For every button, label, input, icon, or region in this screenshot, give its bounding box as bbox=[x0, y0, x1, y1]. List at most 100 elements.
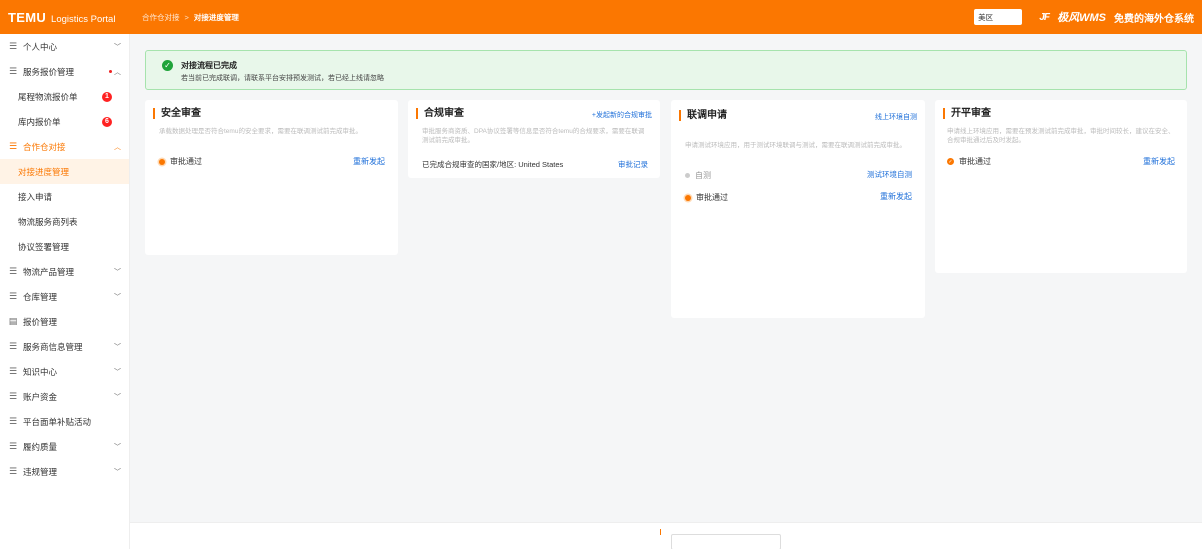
main-content: ✓ 对接流程已完成 若当前已完成联调，请联系平台安排预发测试，若已经上线请忽略 … bbox=[130, 34, 1202, 549]
self-test-label: 自测 bbox=[695, 171, 711, 180]
sidebar-item-label: 对接进度管理 bbox=[18, 166, 70, 177]
menu-icon: ☰ bbox=[8, 466, 18, 476]
region-select[interactable]: 美区 bbox=[974, 9, 1023, 25]
golive-review-card: 开平审查 申请线上环境应用，需要在预发测试前完成审批，审批时间较长，建议在安全、… bbox=[935, 100, 1187, 273]
chevron-down-icon: ﹀ bbox=[114, 368, 121, 376]
chevron-down-icon: ﹀ bbox=[114, 293, 121, 301]
sidebar-item-access-request[interactable]: 接入申请 bbox=[0, 184, 129, 209]
portal-name: Logistics Portal bbox=[51, 13, 116, 25]
sidebar-item-label: 物流产品管理 bbox=[23, 266, 75, 277]
card-title: 合规审查 bbox=[416, 108, 464, 119]
notification-dot bbox=[109, 70, 112, 73]
chevron-down-icon: ﹀ bbox=[114, 443, 121, 451]
chevron-down-icon: ﹀ bbox=[114, 393, 121, 401]
test-env-self-test-link[interactable]: 测试环境自测 bbox=[867, 169, 912, 180]
breadcrumb-parent[interactable]: 合作仓对接 bbox=[142, 12, 180, 23]
sidebar-item-warehouse-quote[interactable]: 库内报价单 6 bbox=[0, 109, 129, 134]
brand[interactable]: TEMU Logistics Portal bbox=[0, 10, 130, 25]
sidebar-item-service-quote[interactable]: ☰ 服务报价管理 ︿ bbox=[0, 59, 129, 84]
menu-icon: ☰ bbox=[8, 391, 18, 401]
sidebar-item-lastmile-quote[interactable]: 尾程物流报价单 1 bbox=[0, 84, 129, 109]
bottom-input[interactable] bbox=[671, 534, 781, 549]
sidebar-item-label: 账户资金 bbox=[23, 391, 58, 402]
menu-icon: ☰ bbox=[8, 66, 18, 76]
status-dot-icon bbox=[159, 158, 165, 165]
divider bbox=[660, 529, 661, 535]
card-title: 联调申请 bbox=[679, 110, 727, 121]
sidebar-item-label: 知识中心 bbox=[23, 366, 58, 377]
count-badge: 6 bbox=[102, 116, 112, 127]
chevron-up-icon: ︿ bbox=[114, 143, 121, 151]
sidebar-item-quality[interactable]: ☰ 履约质量 ﹀ bbox=[0, 434, 129, 459]
compliance-regions: 已完成合规审查的国家/地区: United States bbox=[422, 160, 564, 169]
sidebar-item-products[interactable]: ☰ 物流产品管理 ﹀ bbox=[0, 259, 129, 284]
status-dot-icon bbox=[685, 194, 691, 201]
sidebar-item-label: 个人中心 bbox=[23, 41, 58, 52]
card-description: 审批服务商资质、DPA协议签署等信息是否符合temu的合规要求，需要在联调测试前… bbox=[422, 128, 645, 144]
sidebar-item-label: 尾程物流报价单 bbox=[18, 91, 78, 102]
approval-status: ✓ 审批通过 bbox=[947, 156, 991, 167]
resubmit-button[interactable]: 重新发起 bbox=[353, 156, 385, 167]
success-alert: ✓ 对接流程已完成 若当前已完成联调，请联系平台安排预发测试，若已经上线请忽略 bbox=[145, 50, 1187, 90]
wms-slogan: 免费的海外仓系统 bbox=[1114, 13, 1194, 25]
check-circle-icon: ✓ bbox=[947, 158, 954, 165]
sidebar-item-label: 报价管理 bbox=[23, 316, 58, 327]
self-test-step: 自测 bbox=[685, 170, 711, 181]
chevron-down-icon: ﹀ bbox=[114, 343, 121, 351]
sidebar-item-label: 履约质量 bbox=[23, 441, 58, 452]
approval-status: 审批通过 bbox=[685, 192, 728, 203]
breadcrumb-separator: > bbox=[184, 12, 189, 22]
wms-logo-icon: JF bbox=[1039, 11, 1050, 23]
status-text: 审批通过 bbox=[170, 157, 202, 166]
menu-icon: ☰ bbox=[8, 291, 18, 301]
alert-text: 若当前已完成联调，请联系平台安排预发测试，若已经上线请忽略 bbox=[181, 75, 384, 82]
sidebar-item-quotes[interactable]: ▤ 报价管理 bbox=[0, 309, 129, 334]
menu-icon: ☰ bbox=[8, 366, 18, 376]
menu-icon: ☰ bbox=[8, 341, 18, 351]
count-badge: 1 bbox=[102, 91, 112, 102]
breadcrumb-current: 对接进度管理 bbox=[193, 12, 239, 22]
bottom-bar bbox=[130, 522, 1202, 549]
sidebar-item-label: 合作仓对接 bbox=[23, 141, 66, 152]
status-text: 审批通过 bbox=[696, 193, 728, 202]
check-circle-icon: ✓ bbox=[162, 60, 173, 71]
compliance-review-card: 合规审查 +发起新的合规审批 审批服务商资质、DPA协议签署等信息是否符合tem… bbox=[408, 100, 660, 178]
chevron-down-icon: ﹀ bbox=[114, 43, 121, 51]
card-title: 开平审查 bbox=[943, 108, 991, 119]
sidebar-item-provider-info[interactable]: ☰ 服务商信息管理 ﹀ bbox=[0, 334, 129, 359]
approval-records-link[interactable]: 审批记录 bbox=[618, 159, 648, 170]
breadcrumb: 合作仓对接 > 对接进度管理 bbox=[142, 12, 239, 23]
menu-icon: ☰ bbox=[8, 141, 18, 151]
sidebar-item-personal[interactable]: ☰ 个人中心 ﹀ bbox=[0, 34, 129, 59]
sidebar-item-agreements[interactable]: 协议签署管理 bbox=[0, 234, 129, 259]
wms-ad[interactable]: JF 极风WMS 免费的海外仓系统 bbox=[1034, 9, 1194, 25]
sidebar-item-account[interactable]: ☰ 账户资金 ﹀ bbox=[0, 384, 129, 409]
sidebar-item-violations[interactable]: ☰ 违规管理 ﹀ bbox=[0, 459, 129, 484]
online-self-test-link[interactable]: 线上环境自测 bbox=[875, 112, 917, 122]
document-icon: ▤ bbox=[8, 316, 18, 326]
sidebar-item-label: 平台面单补贴活动 bbox=[23, 416, 92, 427]
menu-icon: ☰ bbox=[8, 441, 18, 451]
new-compliance-link[interactable]: +发起新的合规审批 bbox=[592, 110, 652, 120]
integration-request-card: 联调申请 线上环境自测 申请测试环境应用，用于测试环境联调与测试，需要在联调测试… bbox=[671, 100, 925, 318]
card-description: 承载数据处理是否符合temu的安全要求，需要在联调测试前完成审批。 bbox=[159, 128, 362, 135]
chevron-down-icon: ﹀ bbox=[114, 268, 121, 276]
alert-title: 对接流程已完成 bbox=[181, 61, 237, 70]
chevron-up-icon: ︿ bbox=[114, 68, 121, 76]
resubmit-button[interactable]: 重新发起 bbox=[880, 191, 912, 202]
status-dot-icon bbox=[685, 173, 690, 178]
temu-logo: TEMU bbox=[8, 9, 47, 25]
sidebar-item-partner-warehouse[interactable]: ☰ 合作仓对接 ︿ bbox=[0, 134, 129, 159]
resubmit-button[interactable]: 重新发起 bbox=[1143, 156, 1175, 167]
sidebar-item-warehouses[interactable]: ☰ 仓库管理 ﹀ bbox=[0, 284, 129, 309]
sidebar-item-providers[interactable]: 物流服务商列表 bbox=[0, 209, 129, 234]
card-description: 申请测试环境应用，用于测试环境联调与测试，需要在联调测试前完成审批。 bbox=[685, 142, 906, 149]
status-text: 审批通过 bbox=[959, 157, 991, 166]
sidebar-item-knowledge[interactable]: ☰ 知识中心 ﹀ bbox=[0, 359, 129, 384]
sidebar-item-progress[interactable]: 对接进度管理 bbox=[0, 159, 129, 184]
sidebar-item-label-subsidy[interactable]: ☰ 平台面单补贴活动 bbox=[0, 409, 129, 434]
menu-icon: ☰ bbox=[8, 416, 18, 426]
security-review-card: 安全审查 承载数据处理是否符合temu的安全要求，需要在联调测试前完成审批。 审… bbox=[145, 100, 398, 255]
sidebar-item-label: 仓库管理 bbox=[23, 291, 58, 302]
sidebar-item-label: 库内报价单 bbox=[18, 116, 61, 127]
